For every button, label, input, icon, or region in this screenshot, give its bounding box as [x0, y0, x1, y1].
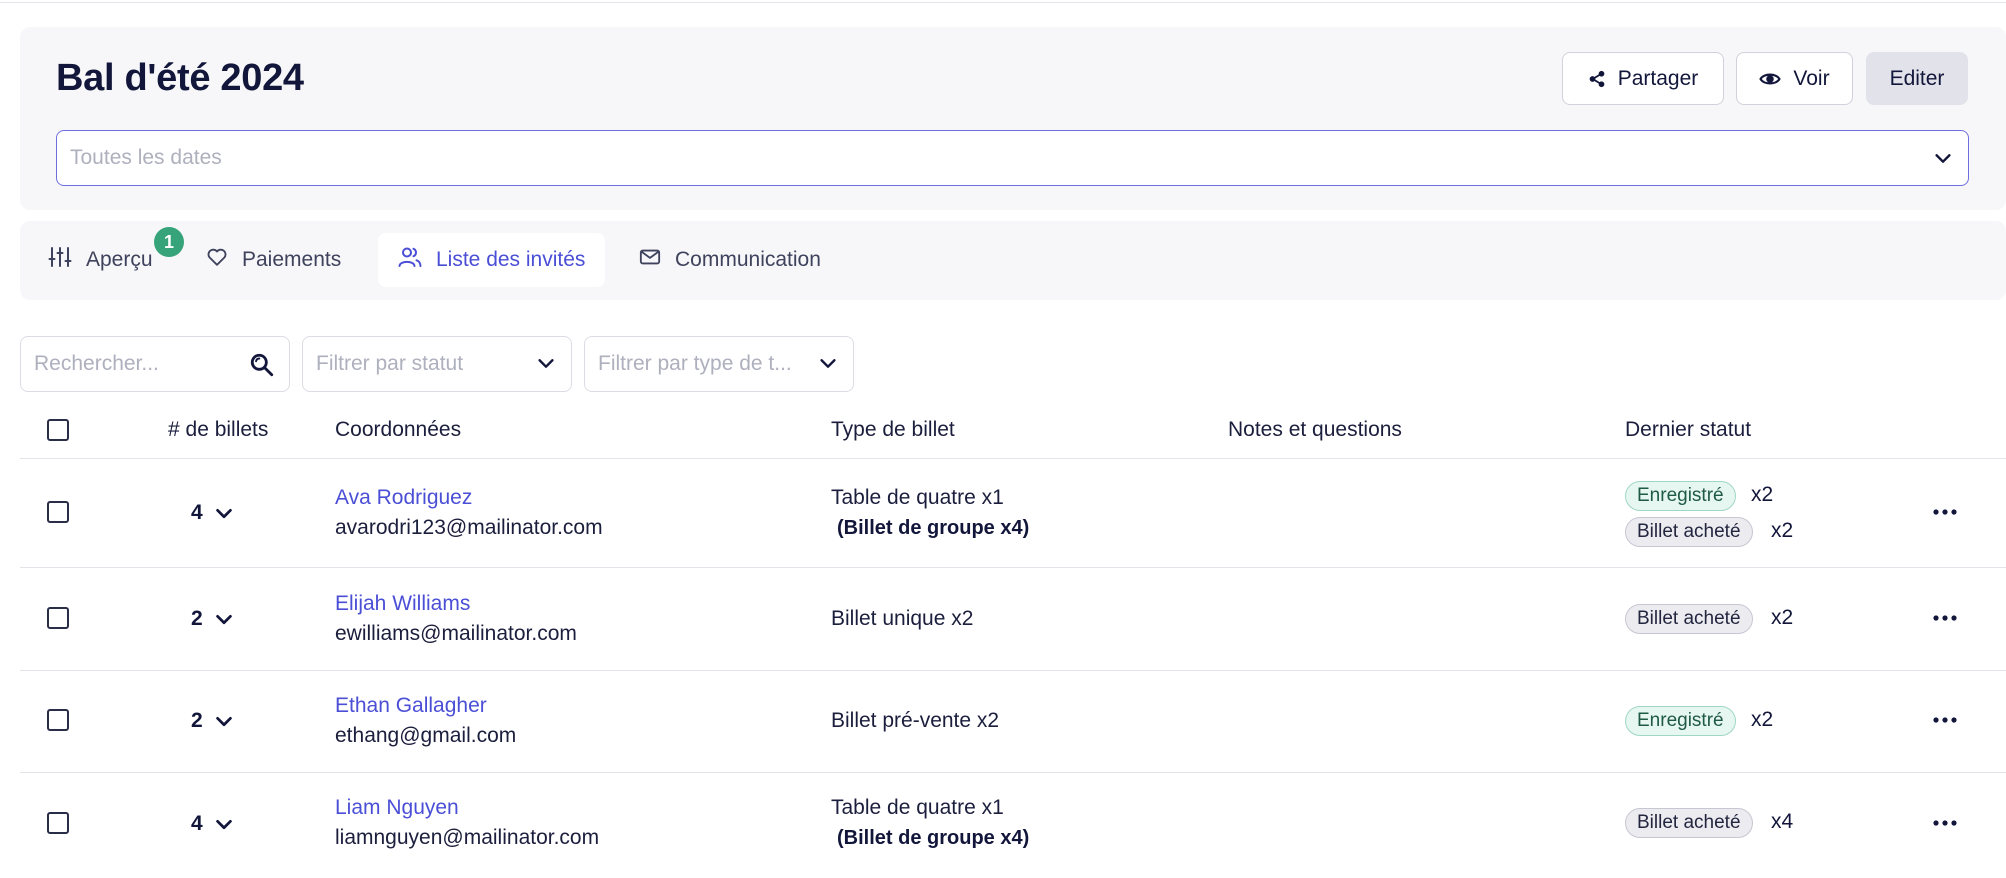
- guest-name-link[interactable]: Elijah Williams: [335, 592, 470, 616]
- row-checkbox[interactable]: [47, 607, 69, 629]
- chevron-down-icon: [1932, 147, 1954, 174]
- column-header-contact[interactable]: Coordonnées: [335, 418, 461, 442]
- select-all-checkbox[interactable]: [47, 419, 69, 441]
- share-button[interactable]: Partager: [1562, 52, 1724, 105]
- tab-guest-list-label: Liste des invités: [436, 248, 586, 271]
- table-row: 2 Elijah Williams ewilliams@mailinator.c…: [0, 568, 2006, 669]
- row-checkbox[interactable]: [47, 709, 69, 731]
- status-badge: Billet acheté: [1625, 517, 1753, 547]
- event-header: Bal d'été 2024 Partager Voir Editer Tout…: [20, 27, 2006, 210]
- edit-label: Editer: [1889, 66, 1945, 90]
- ticket-type: Billet pré-vente x2: [831, 709, 1000, 732]
- tab-communication[interactable]: Communication: [619, 233, 841, 287]
- chevron-down-icon: [817, 352, 839, 379]
- expand-chevron-icon[interactable]: [212, 503, 236, 530]
- search-input[interactable]: Rechercher...: [20, 336, 290, 392]
- tab-payments[interactable]: Paiements: [186, 233, 361, 287]
- column-header-last-status[interactable]: Dernier statut: [1625, 418, 1751, 442]
- tab-guest-list[interactable]: Liste des invités: [378, 233, 606, 287]
- status-filter[interactable]: Filtrer par statut: [302, 336, 572, 392]
- tab-communication-label: Communication: [675, 248, 821, 271]
- ticket-count: 4: [191, 501, 203, 524]
- column-header-ticket-type[interactable]: Type de billet: [831, 418, 955, 442]
- ticket-count: 4: [191, 812, 203, 835]
- ticket-group-note: (Billet de groupe x4): [837, 827, 1030, 849]
- guest-email: ethang@gmail.com: [335, 724, 517, 747]
- column-header-notes[interactable]: Notes et questions: [1228, 418, 1402, 442]
- ticket-type-filter[interactable]: Filtrer par type de t...: [584, 336, 854, 392]
- ticket-count: 2: [191, 607, 203, 630]
- tab-overview-label: Aperçu: [86, 248, 153, 271]
- top-divider: [0, 2, 2006, 3]
- ticket-type: Table de quatre x1: [831, 796, 1004, 819]
- table-row: 4 Liam Nguyen liamnguyen@mailinator.com …: [0, 773, 2006, 875]
- page-title: Bal d'été 2024: [56, 57, 304, 99]
- guest-name-link[interactable]: Liam Nguyen: [335, 796, 459, 820]
- more-actions-icon[interactable]: [1932, 605, 1958, 636]
- tabs-bar: Aperçu 1 Paiements Liste des invités Com…: [20, 221, 2006, 300]
- users-icon: [398, 246, 422, 274]
- view-label: Voir: [1793, 66, 1830, 90]
- guest-email: ewilliams@mailinator.com: [335, 622, 577, 645]
- status-badge: Enregistré: [1625, 706, 1736, 736]
- ticket-type-filter-placeholder: Filtrer par type de t...: [598, 352, 792, 375]
- ticket-group-note: (Billet de groupe x4): [837, 517, 1030, 539]
- date-select-placeholder: Toutes les dates: [70, 146, 222, 169]
- search-placeholder: Rechercher...: [34, 352, 159, 375]
- expand-chevron-icon[interactable]: [212, 711, 236, 738]
- eye-icon: [1759, 70, 1782, 88]
- status-filter-placeholder: Filtrer par statut: [316, 352, 464, 375]
- status-badge: Enregistré: [1625, 481, 1736, 511]
- status-multiplier: x2: [1771, 519, 1794, 542]
- view-button[interactable]: Voir: [1736, 52, 1853, 105]
- tab-payments-label: Paiements: [242, 248, 342, 271]
- guest-name-link[interactable]: Ethan Gallagher: [335, 694, 487, 718]
- status-multiplier: x2: [1751, 483, 1774, 506]
- table-row: 4 Ava Rodriguez avarodri123@mailinator.c…: [0, 459, 2006, 566]
- expand-chevron-icon[interactable]: [212, 609, 236, 636]
- status-multiplier: x4: [1771, 810, 1794, 833]
- more-actions-icon[interactable]: [1932, 810, 1958, 841]
- sliders-icon: [48, 245, 72, 275]
- search-icon[interactable]: [249, 352, 275, 383]
- guest-email: liamnguyen@mailinator.com: [335, 826, 600, 849]
- chevron-down-icon: [535, 352, 557, 379]
- ticket-count: 2: [191, 709, 203, 732]
- guest-name-link[interactable]: Ava Rodriguez: [335, 486, 472, 510]
- column-header-ticket-count[interactable]: # de billets: [168, 418, 268, 442]
- status-multiplier: x2: [1751, 708, 1774, 731]
- ticket-type: Table de quatre x1: [831, 486, 1004, 509]
- tab-overview[interactable]: Aperçu: [28, 233, 173, 287]
- more-actions-icon[interactable]: [1932, 499, 1958, 530]
- status-badge: Billet acheté: [1625, 604, 1753, 634]
- row-checkbox[interactable]: [47, 812, 69, 834]
- guest-email: avarodri123@mailinator.com: [335, 516, 603, 539]
- notification-badge: 1: [154, 227, 184, 257]
- status-multiplier: x2: [1771, 606, 1794, 629]
- heart-icon: [206, 246, 228, 274]
- edit-button[interactable]: Editer: [1866, 52, 1968, 105]
- more-actions-icon[interactable]: [1932, 707, 1958, 738]
- mail-icon: [639, 247, 661, 273]
- share-label: Partager: [1617, 66, 1699, 90]
- expand-chevron-icon[interactable]: [212, 814, 236, 841]
- share-icon: [1588, 70, 1606, 88]
- table-row: 2 Ethan Gallagher ethang@gmail.com Bille…: [0, 671, 2006, 772]
- status-badge: Billet acheté: [1625, 808, 1753, 838]
- row-checkbox[interactable]: [47, 501, 69, 523]
- date-select[interactable]: Toutes les dates: [56, 130, 1969, 186]
- ticket-type: Billet unique x2: [831, 607, 974, 630]
